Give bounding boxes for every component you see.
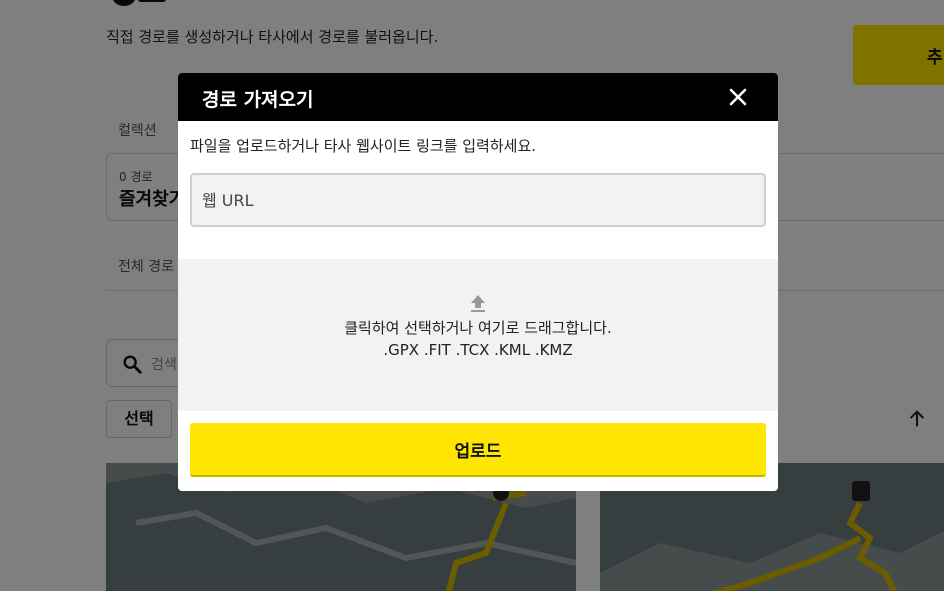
close-icon[interactable]	[726, 85, 750, 109]
dialog-title: 경로 가져오기	[202, 89, 314, 111]
dialog-header: 경로 가져오기	[178, 73, 778, 121]
web-url-input[interactable]	[190, 173, 766, 227]
upload-button[interactable]: 업로드	[190, 423, 766, 477]
dropzone-text: 클릭하여 선택하거나 여기로 드래그합니다.	[344, 319, 612, 337]
import-route-dialog: 경로 가져오기 파일을 업로드하거나 타사 웹사이트 링크를 입력하세요. 클릭…	[178, 73, 778, 491]
dialog-instruction: 파일을 업로드하거나 타사 웹사이트 링크를 입력하세요.	[190, 137, 537, 155]
supported-formats: .GPX .FIT .TCX .KML .KMZ	[383, 341, 573, 359]
upload-icon	[471, 295, 485, 312]
file-dropzone[interactable]: 클릭하여 선택하거나 여기로 드래그합니다. .GPX .FIT .TCX .K…	[178, 259, 778, 411]
